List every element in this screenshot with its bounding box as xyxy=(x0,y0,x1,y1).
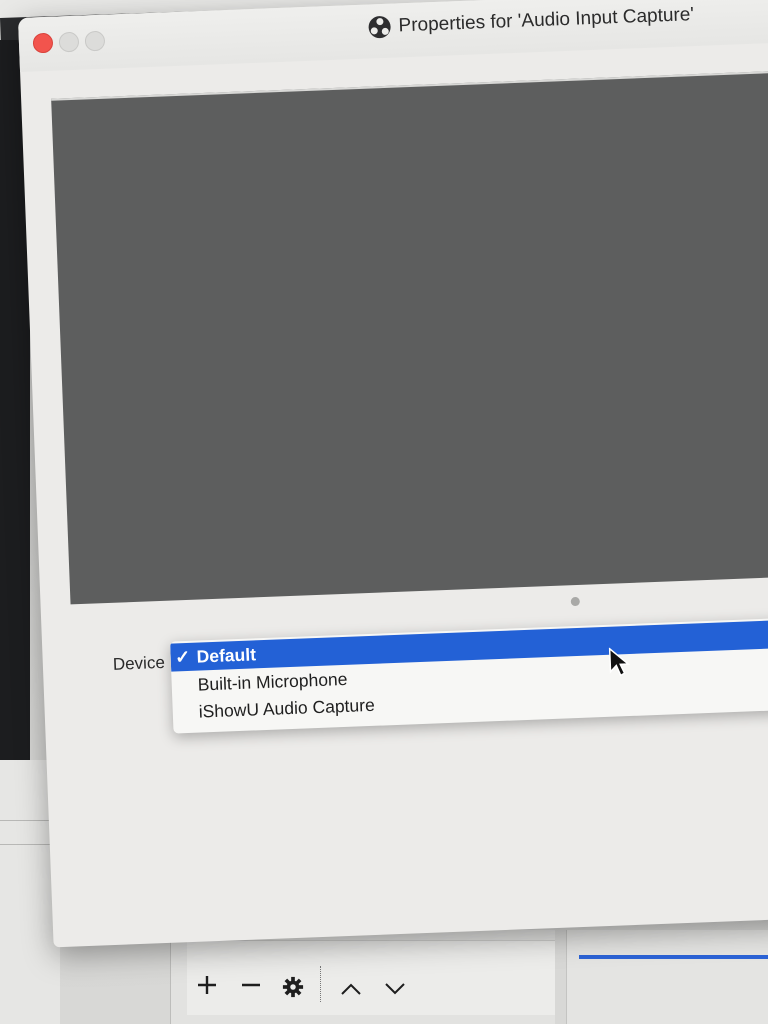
audio-mixer-panel xyxy=(566,930,768,1024)
minus-icon xyxy=(242,983,260,987)
checkmark-icon: ✓ xyxy=(174,646,191,667)
device-option-label: Built-in Microphone xyxy=(197,668,348,695)
zoom-window-button[interactable] xyxy=(84,30,106,52)
remove-source-button[interactable] xyxy=(236,970,266,1000)
screen: Properties for 'Audio Input Capture' Dev… xyxy=(0,0,768,1024)
device-option-label: Default xyxy=(196,643,257,667)
chevron-up-icon xyxy=(341,983,361,995)
close-window-button[interactable] xyxy=(32,32,54,54)
move-down-button[interactable] xyxy=(380,974,410,1004)
device-label: Device xyxy=(112,652,166,674)
checkmark-placeholder xyxy=(173,712,197,713)
plus-icon xyxy=(198,976,216,994)
dialog-title-group: Properties for 'Audio Input Capture' xyxy=(368,4,695,39)
source-preview xyxy=(51,69,768,605)
chevron-down-icon xyxy=(385,983,405,995)
toolbar-separator xyxy=(320,966,322,1002)
move-up-button[interactable] xyxy=(336,974,366,1004)
gear-icon xyxy=(282,976,304,998)
properties-dialog: Properties for 'Audio Input Capture' Dev… xyxy=(18,0,768,948)
source-properties-button[interactable] xyxy=(278,972,308,1002)
minimize-window-button[interactable] xyxy=(58,31,80,53)
mouse-cursor-icon xyxy=(608,647,631,677)
preview-resize-handle[interactable] xyxy=(570,596,580,607)
dialog-title: Properties for 'Audio Input Capture' xyxy=(398,4,695,37)
checkmark-placeholder xyxy=(172,685,196,686)
device-dropdown-menu[interactable]: ✓ Default Built-in Microphone iShowU Aud… xyxy=(170,616,768,734)
add-source-button[interactable] xyxy=(192,970,222,1000)
device-option-label: iShowU Audio Capture xyxy=(198,694,376,722)
volume-meter[interactable] xyxy=(579,955,768,959)
obs-logo-icon xyxy=(368,15,392,39)
